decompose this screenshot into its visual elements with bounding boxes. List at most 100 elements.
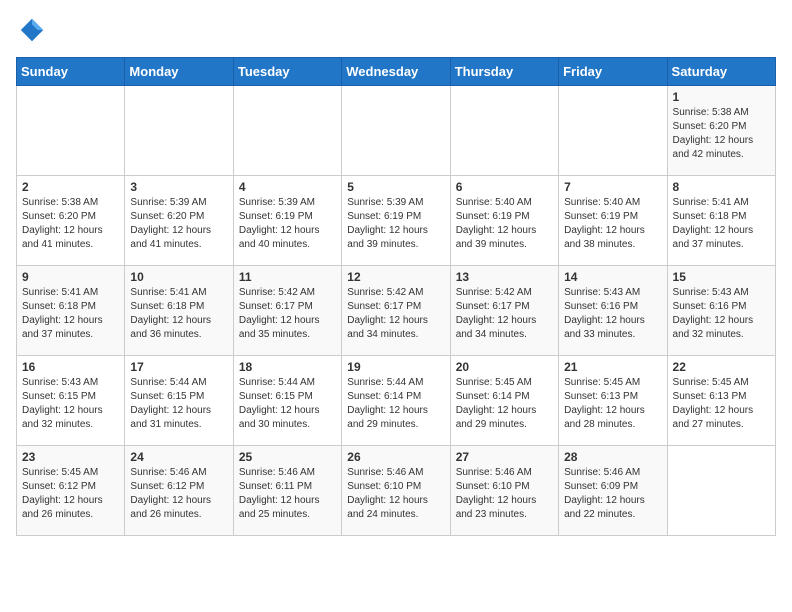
- day-info: Sunrise: 5:43 AM Sunset: 6:15 PM Dayligh…: [22, 376, 119, 432]
- day-info: Sunrise: 5:46 AM Sunset: 6:11 PM Dayligh…: [239, 466, 336, 522]
- calendar-week-row: 1 Sunrise: 5:38 AM Sunset: 6:20 PM Daylig…: [17, 86, 776, 176]
- day-number: 9: [22, 270, 119, 284]
- calendar-day-cell: [17, 86, 125, 176]
- calendar-day-cell: 27 Sunrise: 5:46 AM Sunset: 6:10 PM Dayli…: [450, 446, 558, 536]
- day-number: 14: [564, 270, 661, 284]
- day-info: Sunrise: 5:42 AM Sunset: 6:17 PM Dayligh…: [456, 286, 553, 342]
- calendar-day-cell: 13 Sunrise: 5:42 AM Sunset: 6:17 PM Dayli…: [450, 266, 558, 356]
- weekday-header: Monday: [125, 58, 233, 86]
- calendar-day-cell: 25 Sunrise: 5:46 AM Sunset: 6:11 PM Dayli…: [233, 446, 341, 536]
- calendar-day-cell: 18 Sunrise: 5:44 AM Sunset: 6:15 PM Dayli…: [233, 356, 341, 446]
- calendar-day-cell: 1 Sunrise: 5:38 AM Sunset: 6:20 PM Daylig…: [667, 86, 775, 176]
- day-info: Sunrise: 5:46 AM Sunset: 6:09 PM Dayligh…: [564, 466, 661, 522]
- day-number: 13: [456, 270, 553, 284]
- calendar-day-cell: 19Sunrise: 5:44 AM Sunset: 6:14 PM Dayli…: [342, 356, 450, 446]
- day-number: 21: [564, 360, 661, 374]
- day-info: Sunrise: 5:43 AM Sunset: 6:16 PM Dayligh…: [673, 286, 770, 342]
- day-number: 26: [347, 450, 444, 464]
- day-info: Sunrise: 5:46 AM Sunset: 6:10 PM Dayligh…: [456, 466, 553, 522]
- calendar-day-cell: 23 Sunrise: 5:45 AM Sunset: 6:12 PM Dayli…: [17, 446, 125, 536]
- day-info: Sunrise: 5:40 AM Sunset: 6:19 PM Dayligh…: [564, 196, 661, 252]
- day-info: Sunrise: 5:39 AM Sunset: 6:19 PM Dayligh…: [347, 196, 444, 252]
- day-info: Sunrise: 5:46 AM Sunset: 6:10 PM Dayligh…: [347, 466, 444, 522]
- calendar-table: SundayMondayTuesdayWednesdayThursdayFrid…: [16, 57, 776, 536]
- day-info: Sunrise: 5:44 AM Sunset: 6:15 PM Dayligh…: [239, 376, 336, 432]
- day-number: 1: [673, 90, 770, 104]
- day-info: Sunrise: 5:39 AM Sunset: 6:19 PM Dayligh…: [239, 196, 336, 252]
- calendar-day-cell: 8 Sunrise: 5:41 AM Sunset: 6:18 PM Daylig…: [667, 176, 775, 266]
- calendar-day-cell: 7 Sunrise: 5:40 AM Sunset: 6:19 PM Daylig…: [559, 176, 667, 266]
- page-header: [16, 16, 776, 49]
- calendar-day-cell: 16 Sunrise: 5:43 AM Sunset: 6:15 PM Dayli…: [17, 356, 125, 446]
- day-number: 4: [239, 180, 336, 194]
- day-number: 6: [456, 180, 553, 194]
- calendar-week-row: 2 Sunrise: 5:38 AM Sunset: 6:20 PM Daylig…: [17, 176, 776, 266]
- calendar-day-cell: 21 Sunrise: 5:45 AM Sunset: 6:13 PM Dayli…: [559, 356, 667, 446]
- day-info: Sunrise: 5:46 AM Sunset: 6:12 PM Dayligh…: [130, 466, 227, 522]
- day-number: 25: [239, 450, 336, 464]
- day-info: Sunrise: 5:41 AM Sunset: 6:18 PM Dayligh…: [673, 196, 770, 252]
- weekday-header: Saturday: [667, 58, 775, 86]
- calendar-day-cell: 6 Sunrise: 5:40 AM Sunset: 6:19 PM Daylig…: [450, 176, 558, 266]
- day-number: 2: [22, 180, 119, 194]
- day-number: 16: [22, 360, 119, 374]
- day-info: Sunrise: 5:45 AM Sunset: 6:12 PM Dayligh…: [22, 466, 119, 522]
- day-number: 28: [564, 450, 661, 464]
- day-info: Sunrise: 5:39 AM Sunset: 6:20 PM Dayligh…: [130, 196, 227, 252]
- calendar-day-cell: [450, 86, 558, 176]
- day-info: Sunrise: 5:41 AM Sunset: 6:18 PM Dayligh…: [130, 286, 227, 342]
- day-info: Sunrise: 5:38 AM Sunset: 6:20 PM Dayligh…: [673, 106, 770, 162]
- calendar-day-cell: 15 Sunrise: 5:43 AM Sunset: 6:16 PM Dayli…: [667, 266, 775, 356]
- calendar-day-cell: [667, 446, 775, 536]
- calendar-day-cell: 3 Sunrise: 5:39 AM Sunset: 6:20 PM Daylig…: [125, 176, 233, 266]
- calendar-day-cell: 4 Sunrise: 5:39 AM Sunset: 6:19 PM Daylig…: [233, 176, 341, 266]
- logo: [16, 16, 46, 49]
- day-number: 7: [564, 180, 661, 194]
- calendar-day-cell: 22 Sunrise: 5:45 AM Sunset: 6:13 PM Dayli…: [667, 356, 775, 446]
- day-number: 5: [347, 180, 444, 194]
- calendar-week-row: 16 Sunrise: 5:43 AM Sunset: 6:15 PM Dayli…: [17, 356, 776, 446]
- calendar-header-row: SundayMondayTuesdayWednesdayThursdayFrid…: [17, 58, 776, 86]
- day-number: 18: [239, 360, 336, 374]
- day-info: Sunrise: 5:42 AM Sunset: 6:17 PM Dayligh…: [347, 286, 444, 342]
- day-info: Sunrise: 5:42 AM Sunset: 6:17 PM Dayligh…: [239, 286, 336, 342]
- day-info: Sunrise: 5:45 AM Sunset: 6:13 PM Dayligh…: [673, 376, 770, 432]
- calendar-day-cell: 14 Sunrise: 5:43 AM Sunset: 6:16 PM Dayli…: [559, 266, 667, 356]
- calendar-day-cell: 24 Sunrise: 5:46 AM Sunset: 6:12 PM Dayli…: [125, 446, 233, 536]
- day-number: 22: [673, 360, 770, 374]
- day-info: Sunrise: 5:38 AM Sunset: 6:20 PM Dayligh…: [22, 196, 119, 252]
- calendar-day-cell: 12 Sunrise: 5:42 AM Sunset: 6:17 PM Dayli…: [342, 266, 450, 356]
- day-info: Sunrise: 5:43 AM Sunset: 6:16 PM Dayligh…: [564, 286, 661, 342]
- day-info: Sunrise: 5:44 AM Sunset: 6:15 PM Dayligh…: [130, 376, 227, 432]
- day-info: Sunrise: 5:40 AM Sunset: 6:19 PM Dayligh…: [456, 196, 553, 252]
- day-number: 17: [130, 360, 227, 374]
- calendar-day-cell: 28 Sunrise: 5:46 AM Sunset: 6:09 PM Dayli…: [559, 446, 667, 536]
- logo-icon: [18, 16, 46, 44]
- calendar-week-row: 9 Sunrise: 5:41 AM Sunset: 6:18 PM Daylig…: [17, 266, 776, 356]
- weekday-header: Friday: [559, 58, 667, 86]
- calendar-day-cell: 26 Sunrise: 5:46 AM Sunset: 6:10 PM Dayli…: [342, 446, 450, 536]
- calendar-day-cell: [125, 86, 233, 176]
- calendar-day-cell: 20 Sunrise: 5:45 AM Sunset: 6:14 PM Dayli…: [450, 356, 558, 446]
- day-info: Sunrise: 5:44 AM Sunset: 6:14 PM Dayligh…: [347, 376, 444, 432]
- calendar-day-cell: 11Sunrise: 5:42 AM Sunset: 6:17 PM Dayli…: [233, 266, 341, 356]
- day-info: Sunrise: 5:45 AM Sunset: 6:14 PM Dayligh…: [456, 376, 553, 432]
- calendar-day-cell: 5 Sunrise: 5:39 AM Sunset: 6:19 PM Daylig…: [342, 176, 450, 266]
- day-number: 15: [673, 270, 770, 284]
- calendar-week-row: 23 Sunrise: 5:45 AM Sunset: 6:12 PM Dayli…: [17, 446, 776, 536]
- day-number: 27: [456, 450, 553, 464]
- day-number: 12: [347, 270, 444, 284]
- weekday-header: Wednesday: [342, 58, 450, 86]
- calendar-day-cell: [342, 86, 450, 176]
- calendar-day-cell: 17 Sunrise: 5:44 AM Sunset: 6:15 PM Dayli…: [125, 356, 233, 446]
- day-info: Sunrise: 5:45 AM Sunset: 6:13 PM Dayligh…: [564, 376, 661, 432]
- weekday-header: Thursday: [450, 58, 558, 86]
- calendar-day-cell: [233, 86, 341, 176]
- day-number: 8: [673, 180, 770, 194]
- day-number: 23: [22, 450, 119, 464]
- calendar-day-cell: 10Sunrise: 5:41 AM Sunset: 6:18 PM Dayli…: [125, 266, 233, 356]
- day-number: 20: [456, 360, 553, 374]
- day-info: Sunrise: 5:41 AM Sunset: 6:18 PM Dayligh…: [22, 286, 119, 342]
- day-number: 24: [130, 450, 227, 464]
- day-number: 3: [130, 180, 227, 194]
